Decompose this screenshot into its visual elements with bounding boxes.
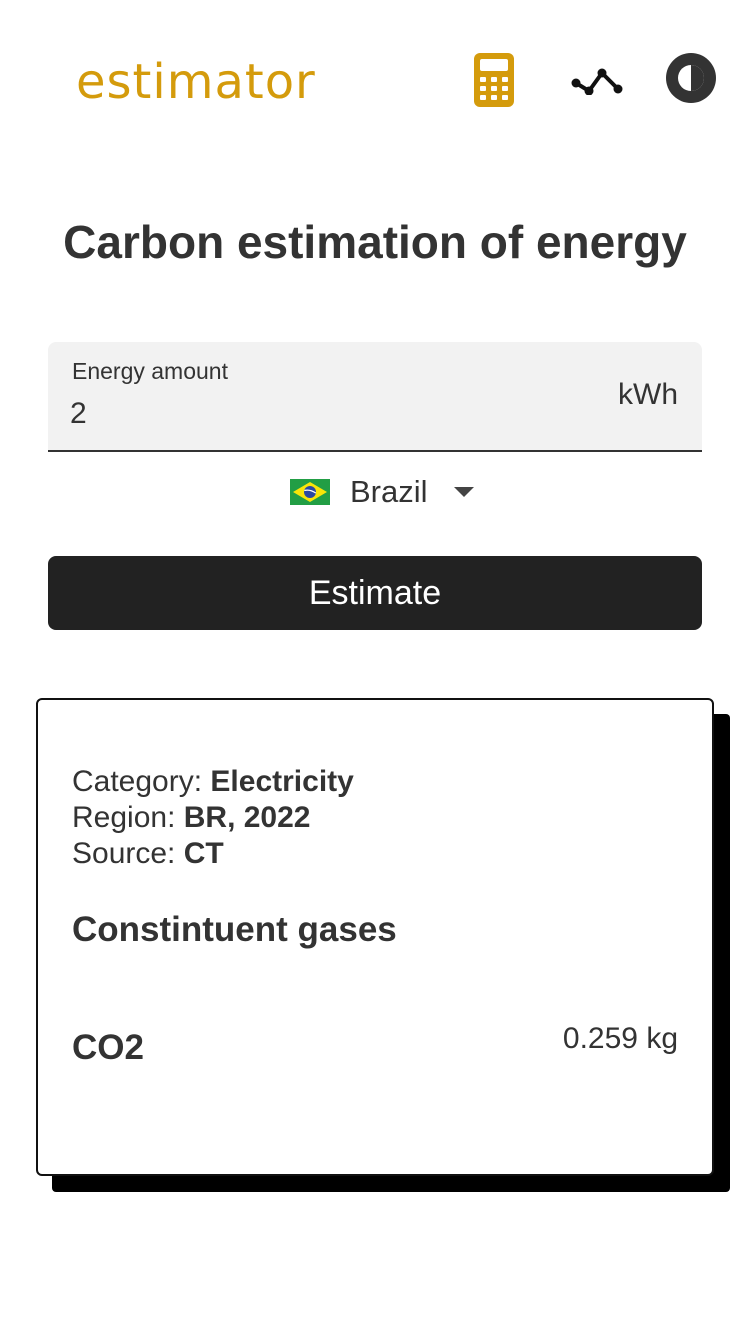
result-meta: Category: Electricity Region: BR, 2022 S…: [72, 764, 354, 872]
country-name: Brazil: [350, 474, 428, 509]
energy-amount-input[interactable]: [70, 392, 550, 436]
page: estimator Carbon estimation of energy En…: [0, 0, 750, 1334]
theme-toggle-icon: [666, 53, 716, 103]
gas-value: 0.259 kg: [562, 1022, 678, 1055]
brazil-flag-icon: [290, 479, 330, 505]
category-row: Category: Electricity: [72, 764, 354, 800]
region-value: BR, 2022: [183, 801, 311, 834]
region-row: Region: BR, 2022: [72, 800, 354, 836]
trend-line-icon: [571, 68, 623, 95]
chevron-down-icon: [453, 487, 474, 497]
region-label: Region:: [72, 801, 176, 834]
energy-amount-label: Energy amount: [72, 358, 228, 384]
page-title: Carbon estimation of energy: [63, 216, 687, 268]
gases-heading: Constintuent gases: [72, 910, 397, 949]
trend-nav-button[interactable]: [568, 58, 628, 102]
estimate-button[interactable]: Estimate: [48, 556, 702, 630]
app-logo[interactable]: estimator: [76, 50, 316, 114]
country-select[interactable]: Brazil: [290, 468, 474, 516]
result-card: Category: Electricity Region: BR, 2022 S…: [36, 698, 714, 1176]
energy-unit-label: kWh: [618, 378, 678, 411]
energy-amount-field[interactable]: Energy amount kWh: [48, 342, 702, 452]
calculator-icon: [474, 53, 514, 107]
theme-toggle-button[interactable]: [662, 50, 720, 106]
gas-name: CO2: [72, 1028, 144, 1067]
source-row: Source: CT: [72, 836, 354, 872]
source-label: Source:: [72, 837, 176, 870]
calculator-nav-button[interactable]: [468, 52, 520, 108]
category-label: Category:: [72, 765, 203, 798]
source-value: CT: [183, 837, 224, 870]
category-value: Electricity: [210, 765, 354, 798]
